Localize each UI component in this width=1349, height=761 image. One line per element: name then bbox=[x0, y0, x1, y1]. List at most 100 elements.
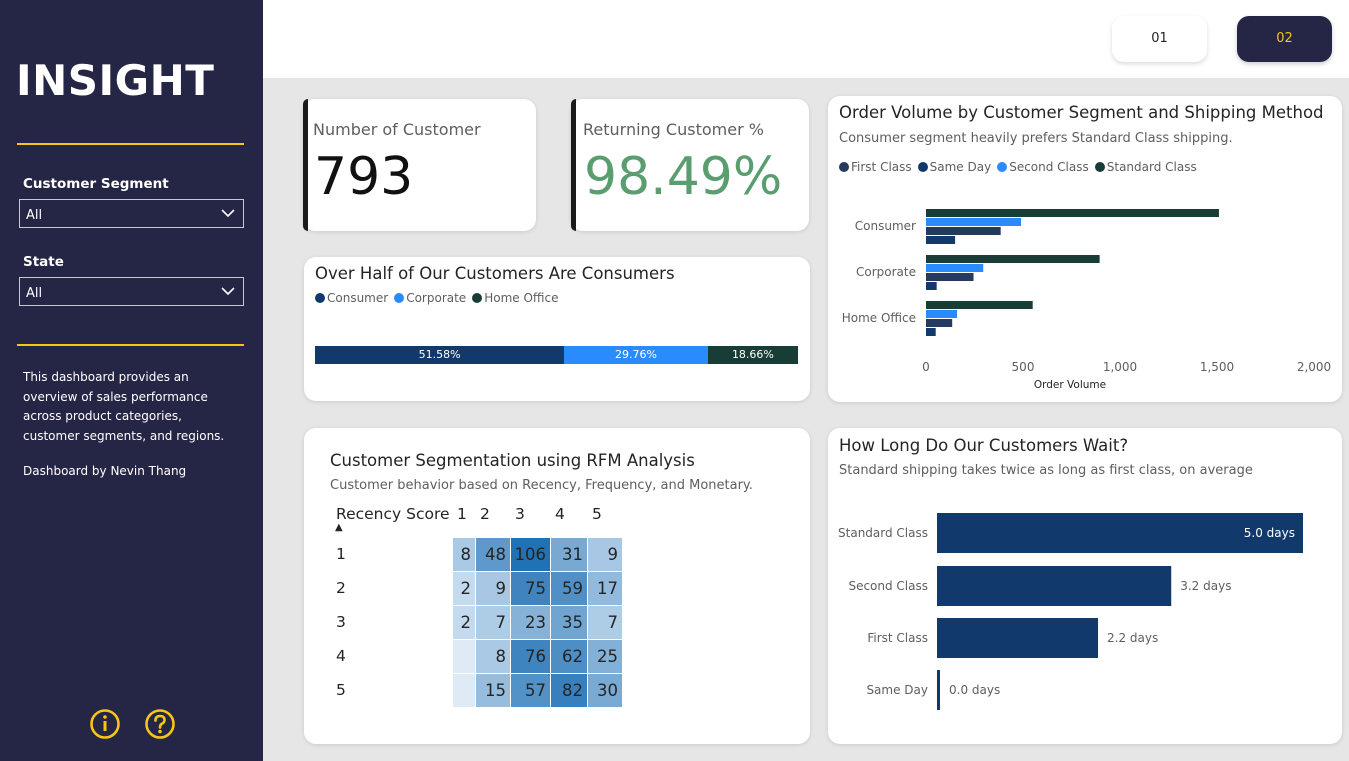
matrix-cell[interactable]: 62 bbox=[551, 640, 587, 673]
matrix-column-header[interactable]: 3 bbox=[515, 505, 525, 523]
page-button-02[interactable]: 02 bbox=[1237, 16, 1332, 62]
order-volume-chart: Consumer Corporate Home Office 0 500 1,000 1,5… bbox=[842, 209, 1331, 391]
bar-standard-class[interactable] bbox=[926, 209, 1219, 217]
help-icon[interactable] bbox=[144, 708, 176, 740]
page-button-01[interactable]: 01 bbox=[1112, 16, 1207, 62]
kpi-accent-bar bbox=[303, 99, 308, 231]
sidebar: INSIGHT Customer Segment All State All T… bbox=[0, 0, 263, 761]
wait-time-chart: Standard Class 5.0 days Second Class 3.2 da… bbox=[838, 513, 1303, 710]
matrix-cell[interactable]: 2 bbox=[453, 606, 475, 639]
matrix-cell[interactable]: 17 bbox=[588, 572, 622, 605]
byline: Dashboard by Nevin Thang bbox=[23, 464, 187, 478]
matrix-cell[interactable]: 23 bbox=[511, 606, 550, 639]
matrix-cell[interactable]: 106 bbox=[511, 538, 550, 571]
segment-home-office[interactable]: 18.66% bbox=[707, 346, 798, 364]
matrix-row-label: 5 bbox=[336, 681, 346, 699]
matrix-cell[interactable]: 59 bbox=[551, 572, 587, 605]
matrix-cell[interactable]: 7 bbox=[588, 606, 622, 639]
y-tick-label: Corporate bbox=[856, 265, 916, 279]
bar[interactable] bbox=[937, 566, 1172, 606]
x-tick-label: 1,000 bbox=[1103, 360, 1137, 374]
legend-label: Corporate bbox=[406, 291, 467, 305]
matrix-cell[interactable]: 30 bbox=[588, 674, 622, 707]
bar-same-day[interactable] bbox=[926, 282, 937, 290]
sort-ascending-icon[interactable]: ▲ bbox=[335, 522, 343, 533]
brand-title: INSIGHT bbox=[16, 56, 215, 105]
matrix-cell[interactable]: 35 bbox=[551, 606, 587, 639]
bar-same-day[interactable] bbox=[926, 236, 956, 244]
chevron-down-icon bbox=[221, 287, 235, 296]
segment-consumer[interactable]: 51.58% bbox=[315, 346, 565, 364]
bar-first-class[interactable] bbox=[926, 273, 974, 281]
data-label: 3.2 days bbox=[1180, 579, 1231, 593]
matrix-cell[interactable]: 25 bbox=[588, 640, 622, 673]
matrix-cell[interactable] bbox=[453, 674, 475, 707]
x-tick-label: 2,000 bbox=[1297, 360, 1331, 374]
x-tick-label: 1,500 bbox=[1200, 360, 1234, 374]
matrix-column-header[interactable]: 1 bbox=[457, 505, 467, 523]
legend-item[interactable]: Home Office bbox=[472, 291, 558, 305]
segment-corporate[interactable]: 29.76% bbox=[564, 346, 708, 364]
matrix-column-header[interactable]: 5 bbox=[592, 505, 602, 523]
matrix-row-label: 2 bbox=[336, 579, 346, 597]
matrix-cell[interactable]: 82 bbox=[551, 674, 587, 707]
card-title: Over Half of Our Customers Are Consumers bbox=[315, 264, 675, 283]
x-tick-label: 0 bbox=[922, 360, 930, 374]
y-tick-label: Consumer bbox=[855, 219, 916, 233]
kpi-label: Number of Customer bbox=[313, 120, 481, 139]
bar-second-class[interactable] bbox=[926, 264, 984, 272]
matrix-row-header[interactable]: Recency Score bbox=[336, 505, 450, 523]
divider bbox=[17, 143, 244, 145]
matrix-cell[interactable]: 8 bbox=[453, 538, 475, 571]
legend: Consumer Corporate Home Office bbox=[315, 291, 558, 305]
card-subtitle: Customer behavior based on Recency, Freq… bbox=[330, 478, 753, 493]
bar-same-day[interactable] bbox=[926, 328, 936, 336]
x-tick-label: 500 bbox=[1012, 360, 1035, 374]
matrix-cell[interactable]: 2 bbox=[453, 572, 475, 605]
matrix-row-label: 4 bbox=[336, 647, 346, 665]
state-dropdown[interactable]: All bbox=[19, 277, 244, 306]
bar-first-class[interactable] bbox=[926, 319, 953, 327]
divider bbox=[17, 344, 244, 346]
info-icon[interactable] bbox=[89, 708, 121, 740]
matrix-cell[interactable]: 75 bbox=[511, 572, 550, 605]
matrix-cell[interactable]: 9 bbox=[476, 572, 510, 605]
y-tick-label: Second Class bbox=[848, 579, 928, 593]
bar-first-class[interactable] bbox=[926, 227, 1001, 235]
matrix-column-header[interactable]: 2 bbox=[480, 505, 490, 523]
bar[interactable] bbox=[937, 618, 1099, 658]
kpi-value: 793 bbox=[314, 147, 414, 207]
legend-label: Consumer bbox=[327, 291, 389, 305]
bar[interactable] bbox=[937, 670, 940, 710]
x-axis-label: Order Volume bbox=[1034, 379, 1106, 391]
matrix-cell[interactable]: 7 bbox=[476, 606, 510, 639]
matrix-column-header[interactable]: 4 bbox=[555, 505, 565, 523]
matrix-cell[interactable]: 31 bbox=[551, 538, 587, 571]
y-tick-label: Same Day bbox=[866, 683, 928, 697]
dashboard-description: This dashboard provides an overview of s… bbox=[23, 370, 225, 443]
legend-item[interactable]: Consumer bbox=[315, 291, 388, 305]
customer-segment-dropdown[interactable]: All bbox=[19, 199, 244, 228]
matrix-row-label: 3 bbox=[336, 613, 346, 631]
y-tick-label: Standard Class bbox=[838, 526, 928, 540]
filter-label-state: State bbox=[23, 254, 64, 270]
matrix-cell[interactable]: 48 bbox=[476, 538, 510, 571]
data-label: 0.0 days bbox=[949, 683, 1000, 697]
kpi-label: Returning Customer % bbox=[583, 120, 764, 139]
matrix-cell[interactable]: 9 bbox=[588, 538, 622, 571]
matrix-cell[interactable]: 15 bbox=[476, 674, 510, 707]
legend-dot bbox=[315, 293, 325, 303]
matrix-cell[interactable]: 76 bbox=[511, 640, 550, 673]
matrix-cell[interactable] bbox=[453, 640, 475, 673]
matrix-row-label: 1 bbox=[336, 545, 346, 563]
data-label: 2.2 days bbox=[1107, 631, 1158, 645]
legend-item[interactable]: Corporate bbox=[394, 291, 466, 305]
bar-standard-class[interactable] bbox=[926, 301, 1033, 309]
kpi-card-customers: Number of Customer 793 bbox=[303, 99, 536, 231]
bar-second-class[interactable] bbox=[926, 218, 1022, 226]
bar-second-class[interactable] bbox=[926, 310, 958, 318]
bar-standard-class[interactable] bbox=[926, 255, 1100, 263]
matrix-cell[interactable]: 57 bbox=[511, 674, 550, 707]
matrix-cell[interactable]: 8 bbox=[476, 640, 510, 673]
data-label: 5.0 days bbox=[1244, 526, 1295, 540]
